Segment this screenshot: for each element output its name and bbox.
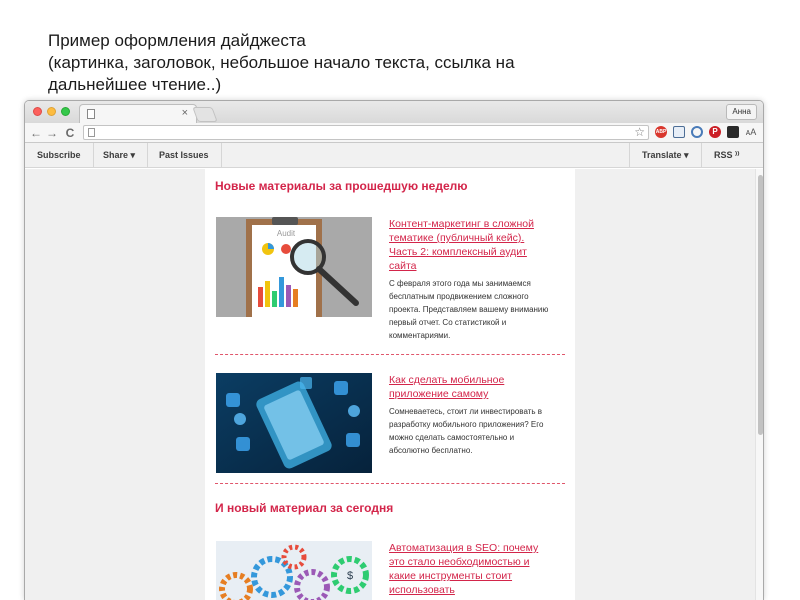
page-content: Новые материалы за прошедшую неделю Audi… xyxy=(25,169,763,600)
article-link[interactable]: Автоматизация в SEO: почему это стало не… xyxy=(389,541,559,597)
translate-dropdown[interactable]: Translate ▾ xyxy=(629,143,701,167)
back-icon[interactable]: ← xyxy=(29,125,43,141)
subscribe-link[interactable]: Subscribe xyxy=(25,143,94,167)
share-dropdown[interactable]: Share ▾ xyxy=(91,143,149,167)
vertical-scrollbar[interactable] xyxy=(755,169,763,600)
excerpt-line: разработку мобильного приложения? Его xyxy=(389,420,544,429)
excerpt-line: абсолютно бесплатно. xyxy=(389,446,473,455)
article-excerpt: Сомневаетесь, стоит ли инвестировать в р… xyxy=(389,405,565,457)
minimize-window-button[interactable] xyxy=(47,107,56,116)
maximize-window-button[interactable] xyxy=(61,107,70,116)
new-tab-button[interactable] xyxy=(192,107,218,122)
article-image[interactable]: Audit xyxy=(216,217,372,317)
caption-line: Пример оформления дайджеста xyxy=(48,31,306,50)
slide-caption: Пример оформления дайджеста (картинка, з… xyxy=(48,30,648,96)
close-window-button[interactable] xyxy=(33,107,42,116)
article-title-line[interactable]: Контент-маркетинг в сложной xyxy=(389,217,559,231)
article-title-line[interactable]: сайта xyxy=(389,259,559,273)
excerpt-line: можно сделать самостоятельно и xyxy=(389,433,515,442)
article-divider xyxy=(215,483,565,484)
caption-line: (картинка, заголовок, небольшое начало т… xyxy=(48,53,515,72)
digest-email: Новые материалы за прошедшую неделю Audi… xyxy=(205,169,575,600)
dollar-label: $ xyxy=(347,570,353,582)
article-title-line[interactable]: Автоматизация в SEO: почему xyxy=(389,541,559,555)
article-image[interactable] xyxy=(216,373,372,473)
article-title-line[interactable]: использовать xyxy=(389,583,559,597)
audit-label: Audit xyxy=(277,229,296,238)
article-title-line[interactable]: Как сделать мобильное xyxy=(389,373,559,387)
caption-line: дальнейшее чтение..) xyxy=(48,75,222,94)
excerpt-line: комментариями. xyxy=(389,331,451,340)
article-title-line[interactable]: это стало необходимостью и xyxy=(389,555,559,569)
address-bar[interactable]: ☆ xyxy=(83,125,649,140)
campaign-toolbar: Subscribe Share ▾ Past Issues Translate … xyxy=(25,143,763,168)
text-size-icon[interactable]: ᴀA xyxy=(745,126,757,138)
pinterest-icon[interactable]: P xyxy=(709,126,721,138)
browser-tab[interactable]: × xyxy=(79,104,197,123)
extension-icon[interactable] xyxy=(727,126,739,138)
article-divider xyxy=(215,354,565,355)
page-icon xyxy=(87,109,95,119)
article-link[interactable]: Контент-маркетинг в сложной тематике (пу… xyxy=(389,217,559,273)
bookmark-star-icon[interactable]: ☆ xyxy=(634,125,645,139)
article-title-line[interactable]: тематике (публичный кейс). xyxy=(389,231,559,245)
forward-icon[interactable]: → xyxy=(45,125,59,141)
past-issues-link[interactable]: Past Issues xyxy=(147,143,222,167)
scrollbar-thumb[interactable] xyxy=(758,175,763,435)
excerpt-line: Сомневаетесь, стоит ли инвестировать в xyxy=(389,407,543,416)
section-title: И новый материал за сегодня xyxy=(215,501,394,515)
close-tab-icon[interactable]: × xyxy=(182,107,188,119)
article-title-line[interactable]: Часть 2: комплексный аудит xyxy=(389,245,559,259)
excerpt-line: первый отчет. Со статистикой и xyxy=(389,318,507,327)
excerpt-line: проекта. Представляем вашему вниманию xyxy=(389,305,549,314)
excerpt-line: бесплатным продвижением сложного xyxy=(389,292,529,301)
adblock-icon[interactable]: ABP xyxy=(655,126,667,138)
window-controls xyxy=(33,107,70,116)
page-icon xyxy=(88,128,95,137)
browser-window: × Анна ← → C ☆ ABP P ᴀA ≡ Subscribe Shar… xyxy=(24,100,764,600)
browser-menu-icon[interactable]: ≡ xyxy=(763,126,764,138)
excerpt-line: С февраля этого года мы занимаемся xyxy=(389,279,531,288)
tab-bar: × Анна xyxy=(25,101,763,123)
article-link[interactable]: Как сделать мобильное приложение самому xyxy=(389,373,559,401)
article-image[interactable]: $ xyxy=(216,541,372,600)
article-excerpt: С февраля этого года мы занимаемся беспл… xyxy=(389,277,565,342)
extension-icon[interactable] xyxy=(673,126,685,138)
extension-icon[interactable] xyxy=(691,126,703,138)
article-title-line[interactable]: какие инструменты стоит xyxy=(389,569,559,583)
section-title: Новые материалы за прошедшую неделю xyxy=(215,179,468,193)
reload-icon[interactable]: C xyxy=(63,125,77,141)
rss-link[interactable]: RSS ⁾⁾ xyxy=(701,143,751,167)
article-title-line[interactable]: приложение самому xyxy=(389,387,559,401)
browser-toolbar: ← → C ☆ ABP P ᴀA ≡ xyxy=(25,123,763,143)
user-profile-button[interactable]: Анна xyxy=(726,104,757,120)
